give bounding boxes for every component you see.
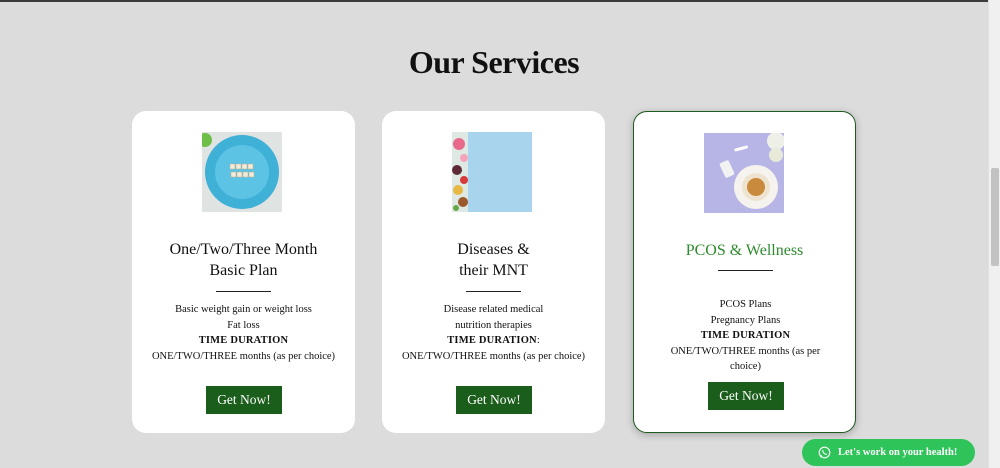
title-divider xyxy=(466,291,521,292)
card-title-line: Basic Plan xyxy=(209,262,278,279)
get-now-button[interactable]: Get Now! xyxy=(708,382,784,410)
whatsapp-label: Let's work on your health! xyxy=(838,447,958,458)
duration-value: ONE/TWO/THREE months (as per choice) xyxy=(401,350,586,362)
desc-line: Pregnancy Plans xyxy=(710,314,781,326)
card-title-line: Diseases & xyxy=(457,241,530,258)
card-title: One/Two/Three Month Basic Plan xyxy=(132,239,355,281)
whatsapp-icon xyxy=(818,446,831,459)
title-divider xyxy=(718,270,773,271)
card-title-line: PCOS & Wellness xyxy=(685,242,804,259)
desc-line: PCOS Plans xyxy=(719,299,772,310)
service-card-diseases-mnt: Diseases & their MNT Disease related med… xyxy=(382,111,605,433)
title-divider xyxy=(216,291,271,292)
card-title-line: One/Two/Three Month xyxy=(169,241,318,258)
page-scrollbar[interactable] xyxy=(988,0,1000,468)
card-title: PCOS & Wellness xyxy=(634,240,855,261)
desc-line: Disease related medical xyxy=(443,304,544,315)
fruits-flowers-image xyxy=(452,132,532,212)
duration-label: TIME DURATION xyxy=(700,330,791,341)
desc-line: Basic weight gain or weight loss xyxy=(175,304,312,315)
whatsapp-chat-button[interactable]: Let's work on your health! xyxy=(802,439,975,466)
desc-line: Fat loss xyxy=(227,319,260,331)
get-now-button[interactable]: Get Now! xyxy=(206,386,282,414)
duration-label: TIME DURATION xyxy=(198,335,289,346)
duration-value: ONE/TWO/THREE months (as per xyxy=(670,345,821,357)
card-description: Basic weight gain or weight loss Fat los… xyxy=(142,302,345,364)
card-title-line: their MNT xyxy=(459,262,528,279)
duration-suffix: : xyxy=(536,335,540,346)
card-title: Diseases & their MNT xyxy=(382,239,605,281)
desc-line: nutrition therapies xyxy=(455,319,532,331)
duration-label: TIME DURATION xyxy=(447,335,537,346)
meal-plan-image xyxy=(202,132,282,212)
service-card-basic-plan: One/Two/Three Month Basic Plan Basic wei… xyxy=(132,111,355,433)
breakfast-table-image xyxy=(704,133,784,213)
top-border xyxy=(0,0,988,2)
service-card-pcos-wellness: PCOS & Wellness PCOS Plans Pregnancy Pla… xyxy=(633,111,856,433)
card-description: PCOS Plans Pregnancy Plans TIME DURATION… xyxy=(644,297,847,375)
get-now-button[interactable]: Get Now! xyxy=(456,386,532,414)
section-title: Our Services xyxy=(408,44,580,80)
duration-value: ONE/TWO/THREE months (as per choice) xyxy=(151,350,336,362)
scrollbar-thumb[interactable] xyxy=(991,168,999,266)
card-description: Disease related medical nutrition therap… xyxy=(392,302,595,364)
duration-value: choice) xyxy=(730,361,761,372)
